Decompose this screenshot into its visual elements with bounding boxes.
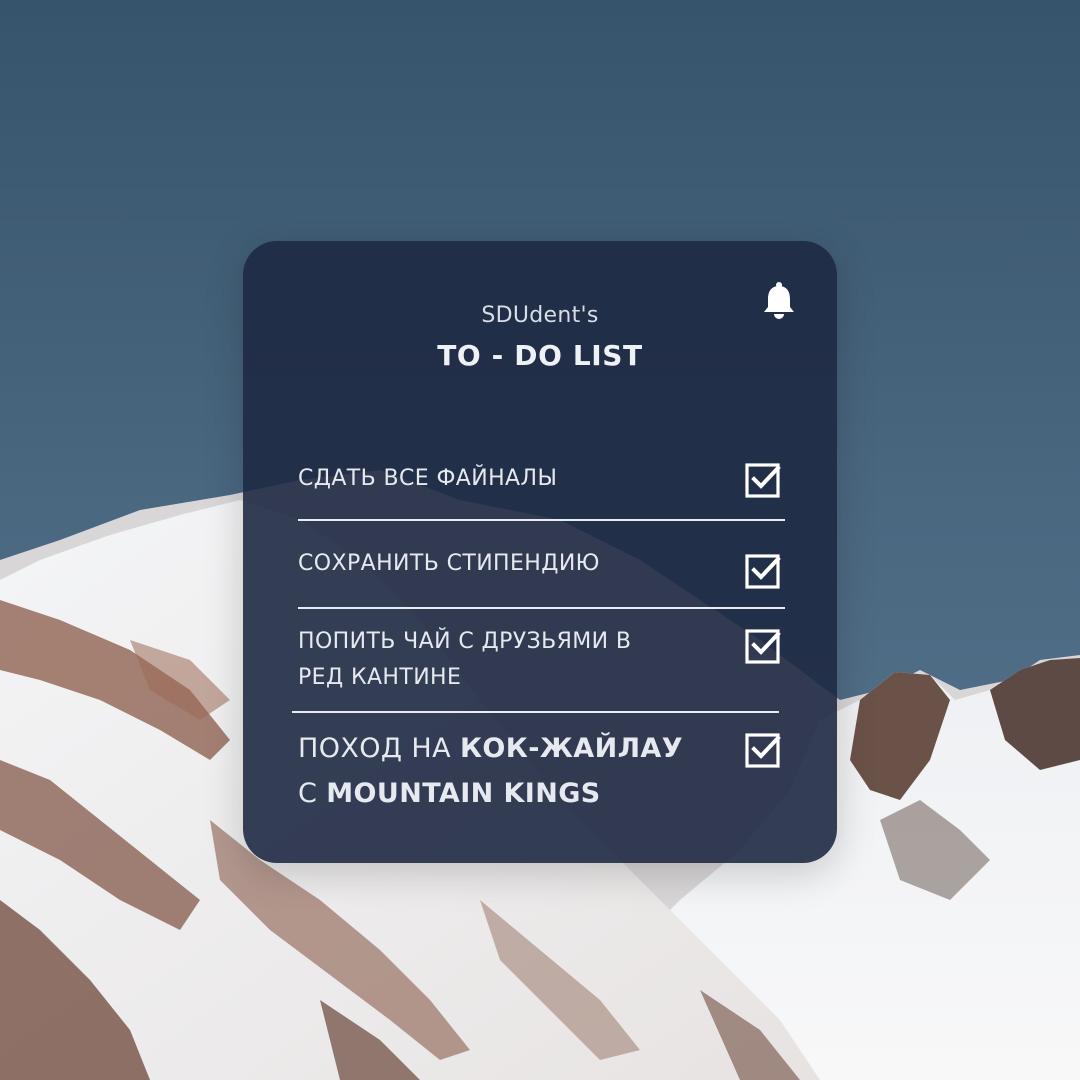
task-label: СОХРАНИТЬ СТИПЕНДИЮ [298,551,600,576]
checked-checkbox-icon[interactable] [745,553,781,589]
task-label-part-1: ПОХОД НА [298,733,460,764]
divider [292,711,779,713]
task-item-1: СДАТЬ ВСЕ ФАЙНАЛЫ [298,461,728,497]
task-item-2: СОХРАНИТЬ СТИПЕНДИЮ [298,546,728,582]
divider [298,519,785,521]
task-label: СДАТЬ ВСЕ ФАЙНАЛЫ [298,466,558,491]
divider [298,607,785,609]
task-label-organizer: MOUNTAIN KINGS [326,778,601,809]
task-item-3: ПОПИТЬ ЧАЙ С ДРУЗЬЯМИ В РЕД КАНТИНЕ [298,624,728,696]
todo-card: SDUdent's TO - DO LIST СДАТЬ ВСЕ ФАЙНАЛЫ… [243,241,837,863]
checked-checkbox-icon[interactable] [745,628,781,664]
task-label-part-2: С [298,778,327,809]
task-label-line-2: РЕД КАНТИНЕ [298,665,462,690]
task-label-line-1: ПОПИТЬ ЧАЙ С ДРУЗЬЯМИ В [298,629,632,654]
task-item-4: ПОХОД НА КОК-ЖАЙЛАУ С MOUNTAIN KINGS [298,726,728,816]
checked-checkbox-icon[interactable] [745,462,781,498]
task-label-destination: КОК-ЖАЙЛАУ [459,733,683,764]
app-subtitle: SDUdent's [481,303,599,328]
page-title: TO - DO LIST [437,339,643,372]
checked-checkbox-icon[interactable] [745,732,781,768]
